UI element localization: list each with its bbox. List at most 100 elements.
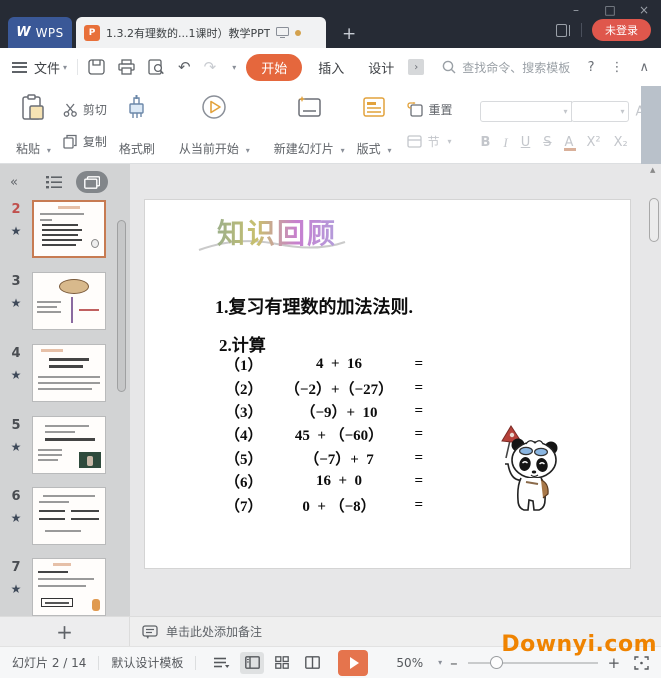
titlebar-divider bbox=[581, 23, 582, 37]
eq-sign: = bbox=[414, 496, 423, 513]
equation-list[interactable]: （1） 4 + 16 = （2） （−2）+（−27） = （3） （−9）+ … bbox=[225, 353, 423, 517]
minimize-button[interactable]: – bbox=[569, 3, 583, 17]
slide-number: 6 bbox=[11, 489, 21, 504]
slide-counter: 幻灯片 2 / 14 bbox=[12, 656, 87, 670]
cut-label: 剪切 bbox=[82, 103, 107, 118]
superscript-button[interactable]: X² bbox=[586, 135, 600, 150]
zoom-level[interactable]: 50% bbox=[384, 656, 435, 670]
print-icon[interactable] bbox=[118, 59, 135, 75]
strikethrough-button[interactable]: S bbox=[543, 135, 551, 150]
italic-button[interactable]: I bbox=[503, 135, 507, 151]
normal-view-button[interactable] bbox=[240, 651, 265, 674]
grid-view-icon bbox=[275, 656, 290, 669]
template-name[interactable]: 默认设计模板 bbox=[99, 654, 195, 671]
outline-view-icon[interactable] bbox=[45, 175, 62, 189]
review-line[interactable]: 1.复习有理数的加法法则. bbox=[215, 293, 413, 319]
slide-canvas[interactable]: 知识回顾 1.复习有理数的加法法则. 2.计算 （1） 4 + 16 = （2）… bbox=[145, 200, 630, 568]
new-tab-button[interactable]: + bbox=[342, 26, 356, 43]
add-slide-button[interactable]: + bbox=[0, 617, 130, 646]
play-from-current-button[interactable]: 从当前开始 ▾ bbox=[173, 92, 256, 159]
slide-title[interactable]: 知识回顾 bbox=[217, 212, 337, 252]
command-search[interactable]: 查找命令、搜索模板 bbox=[442, 59, 570, 76]
tab-home[interactable]: 开始 bbox=[246, 53, 303, 81]
menu-file[interactable]: 文件 bbox=[34, 58, 60, 77]
slide-thumbnail-3[interactable]: 3 ★ bbox=[0, 272, 106, 330]
vertical-scrollbar[interactable]: ▲ bbox=[648, 164, 660, 616]
dock-panel-icon[interactable] bbox=[556, 23, 571, 37]
collapse-ribbon-icon[interactable]: ∧ bbox=[639, 60, 649, 75]
reading-view-button[interactable] bbox=[300, 652, 324, 674]
slide-view-toggle[interactable] bbox=[75, 171, 108, 193]
animation-star-icon: ★ bbox=[10, 224, 22, 238]
layout-label: 版式 bbox=[356, 142, 381, 156]
font-color-button[interactable]: A bbox=[563, 135, 576, 151]
eq-label: （4） bbox=[225, 428, 263, 445]
slideshow-play-button[interactable] bbox=[338, 649, 369, 676]
wps-home-tab[interactable]: W WPS bbox=[8, 17, 72, 48]
panel-scrollbar[interactable] bbox=[117, 220, 126, 392]
zoom-slider[interactable] bbox=[467, 655, 598, 669]
tab-insert[interactable]: 插入 bbox=[306, 54, 356, 81]
hamburger-menu-icon[interactable] bbox=[12, 61, 27, 73]
zoom-slider-handle[interactable] bbox=[489, 655, 503, 669]
slide-sorter-view-button[interactable] bbox=[270, 652, 294, 674]
underline-button[interactable]: U bbox=[521, 135, 531, 150]
format-painter-button[interactable]: 格式刷 bbox=[113, 92, 161, 159]
reset-button[interactable]: 重置 bbox=[407, 101, 452, 118]
fit-to-window-icon[interactable] bbox=[634, 655, 649, 670]
login-button[interactable]: 未登录 bbox=[592, 19, 651, 41]
slide-thumbnail-6[interactable]: 6 ★ bbox=[0, 487, 106, 545]
zoom-out-button[interactable]: – bbox=[442, 654, 466, 672]
paste-button[interactable]: 粘贴 ▾ bbox=[10, 92, 57, 159]
notes-toggle-button[interactable] bbox=[210, 652, 234, 674]
format-painter-label: 格式刷 bbox=[118, 142, 155, 156]
cut-button[interactable]: 剪切 bbox=[63, 101, 107, 118]
subscript-button[interactable]: X₂ bbox=[614, 135, 628, 150]
tab-design[interactable]: 设计 bbox=[356, 54, 406, 81]
notes-icon bbox=[142, 624, 158, 639]
view-switcher bbox=[210, 651, 324, 674]
save-icon[interactable] bbox=[88, 59, 105, 75]
bold-button[interactable]: B bbox=[480, 135, 490, 150]
maximize-button[interactable]: □ bbox=[603, 3, 617, 17]
close-button[interactable]: × bbox=[637, 3, 651, 17]
qat-dropdown-icon[interactable]: ▾ bbox=[232, 63, 236, 72]
scroll-up-icon[interactable]: ▲ bbox=[650, 166, 655, 174]
undo-icon[interactable]: ↶ bbox=[178, 59, 191, 75]
font-size-combobox[interactable]: ▾ bbox=[571, 100, 630, 122]
section-button[interactable]: 节 ▾ bbox=[407, 133, 452, 150]
eq-label: （6） bbox=[225, 475, 263, 492]
eq-sign: = bbox=[414, 402, 423, 419]
copy-button[interactable]: 复制 bbox=[63, 133, 107, 150]
copy-icon bbox=[63, 134, 77, 149]
slide-thumbnail-4[interactable]: 4 ★ bbox=[0, 344, 106, 402]
help-icon[interactable]: ? bbox=[588, 60, 595, 75]
panda-clipart[interactable] bbox=[493, 422, 561, 520]
print-preview-icon[interactable] bbox=[148, 59, 165, 75]
panel-header: « bbox=[0, 164, 130, 200]
downyi-watermark: Downyi.com bbox=[501, 632, 657, 657]
redo-icon[interactable]: ↷ bbox=[204, 59, 217, 75]
reset-icon bbox=[407, 102, 424, 117]
slide-thumbnail-2[interactable]: 2 ★ bbox=[0, 200, 106, 258]
file-dropdown-icon[interactable]: ▾ bbox=[63, 63, 67, 72]
collapse-panel-icon[interactable]: « bbox=[10, 175, 18, 190]
document-tab[interactable]: P 1.3.2有理数的...1课时）教学PPT bbox=[76, 17, 326, 48]
wps-tab-label: WPS bbox=[35, 25, 64, 40]
kebab-menu-icon[interactable]: ⋮ bbox=[610, 60, 623, 75]
slide-thumbnail-7[interactable]: 7 ★ bbox=[0, 558, 106, 616]
unsaved-dot bbox=[295, 29, 302, 36]
notes-input[interactable]: 单击此处添加备注 bbox=[130, 623, 262, 640]
ribbon-right-strip bbox=[641, 86, 661, 164]
slide-thumbnail-5[interactable]: 5 ★ bbox=[0, 416, 106, 474]
scrollbar-thumb[interactable] bbox=[649, 198, 659, 242]
more-tabs-button[interactable]: › bbox=[408, 59, 425, 75]
layout-button[interactable]: 版式 ▾ bbox=[351, 92, 398, 159]
search-icon bbox=[442, 60, 456, 74]
font-name-combobox[interactable]: ▾ bbox=[480, 100, 573, 122]
eq-label: （2） bbox=[225, 381, 263, 398]
equation-row: （6） 16 + 0 = bbox=[225, 470, 423, 493]
menubar-right-icons: ? ⋮ ∧ bbox=[588, 48, 649, 86]
paste-clipboard-icon bbox=[22, 94, 45, 120]
new-slide-button[interactable]: 新建幻灯片 ▾ bbox=[268, 92, 351, 159]
